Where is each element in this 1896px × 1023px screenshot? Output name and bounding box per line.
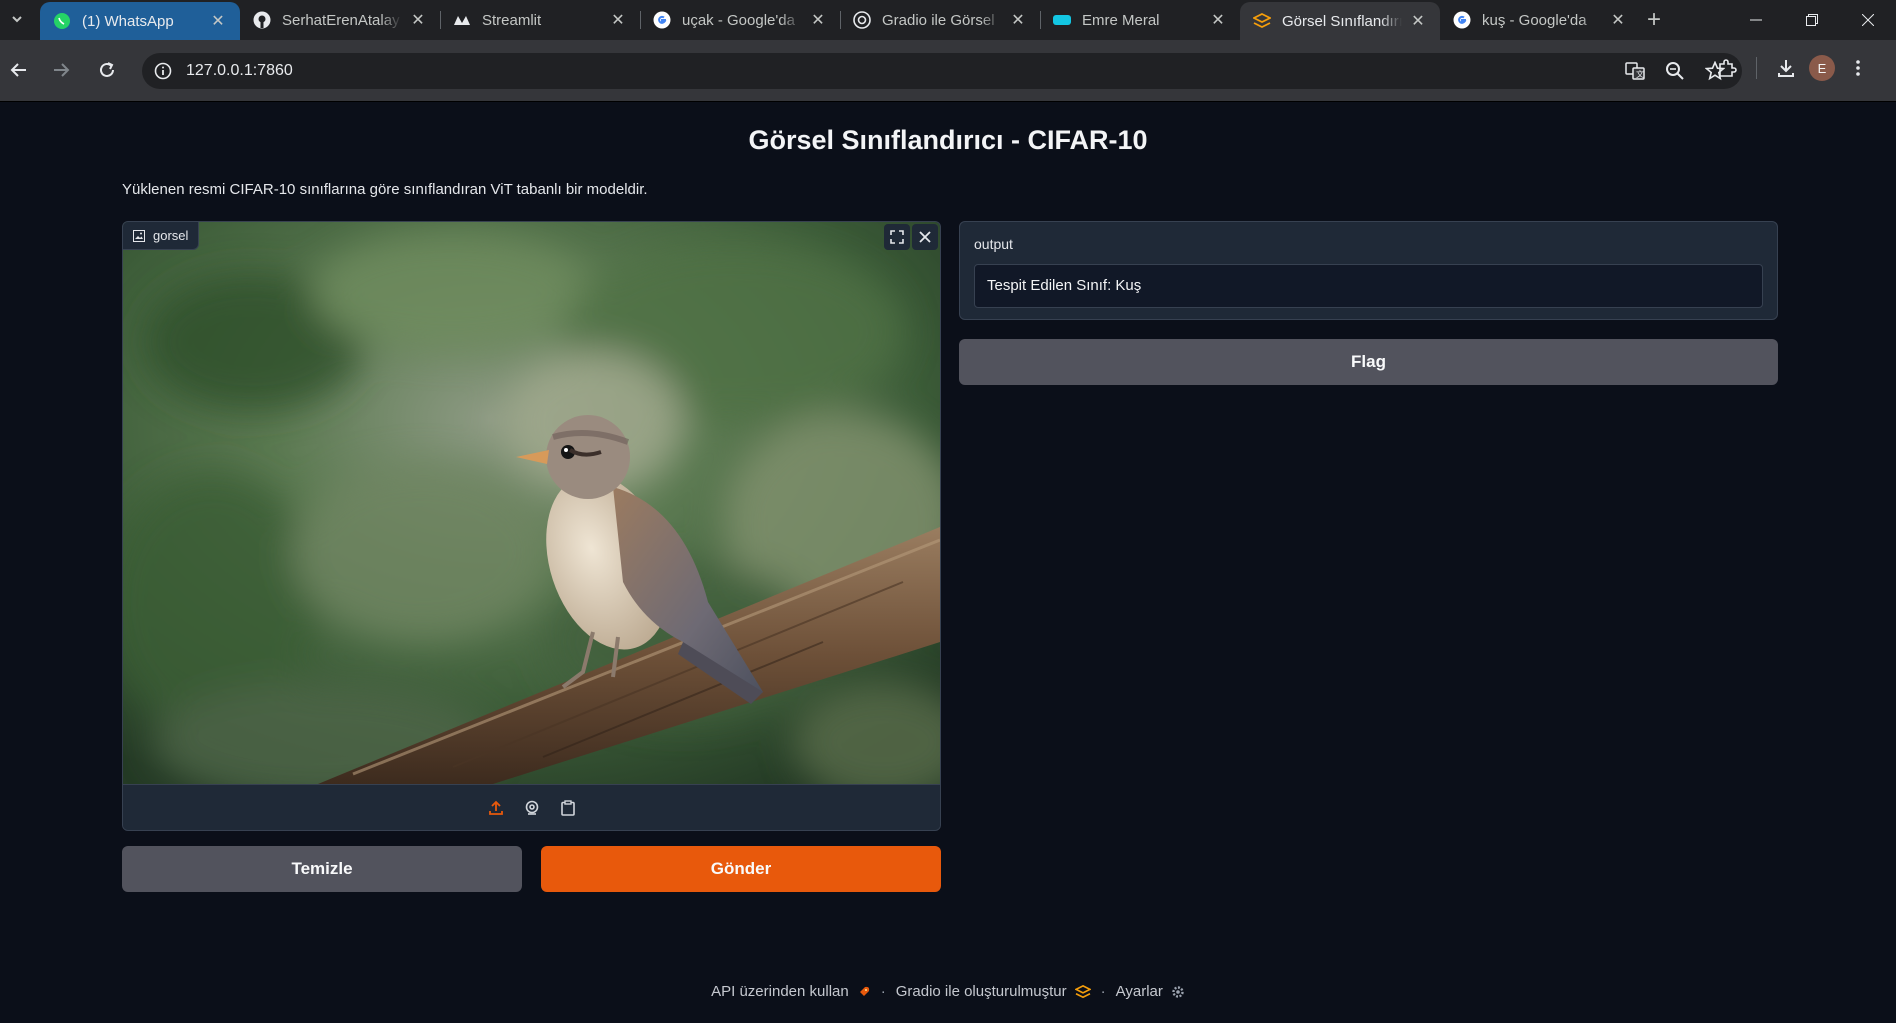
streamlit-icon	[452, 10, 472, 30]
tab-title: Emre Meral	[1082, 11, 1160, 29]
clear-image-button[interactable]	[912, 224, 938, 250]
minimize-button[interactable]	[1728, 0, 1784, 40]
api-link-label: API üzerinden kullan	[711, 983, 849, 1000]
clipboard-icon	[560, 799, 575, 816]
tab-search-button[interactable]	[4, 6, 30, 32]
upload-button[interactable]	[485, 797, 507, 819]
reload-button[interactable]	[90, 53, 124, 87]
image-input-label: gorsel	[123, 222, 200, 250]
download-icon[interactable]	[1771, 53, 1801, 83]
google-icon	[1452, 10, 1472, 30]
minimize-icon	[1750, 19, 1762, 21]
reload-icon	[100, 62, 114, 77]
tab-whatsapp[interactable]: (1) WhatsApp ✕	[40, 2, 240, 40]
translate-icon[interactable]: 文	[1620, 56, 1650, 86]
gradio-link-label: Gradio ile oluşturulmuştur	[895, 983, 1067, 1000]
back-button[interactable]	[2, 53, 36, 87]
chevron-down-icon	[12, 16, 22, 23]
tab-title: uçak - Google'da	[682, 11, 795, 29]
output-textbox[interactable]: Tespit Edilen Sınıf: Kuş	[974, 264, 1763, 308]
close-window-button[interactable]	[1840, 0, 1896, 40]
tab-google-kus[interactable]: kuş - Google'da ✕	[1440, 0, 1640, 40]
footer-separator: ·	[880, 983, 886, 1000]
toolbar-divider	[1756, 57, 1757, 79]
tab-title: (1) WhatsApp	[82, 12, 174, 30]
extensions-icon[interactable]	[1712, 53, 1742, 83]
output-label: output	[974, 236, 1013, 252]
close-icon	[1862, 14, 1874, 26]
tab-title: SerhatErenAtalay	[282, 11, 400, 29]
webcam-button[interactable]	[521, 797, 543, 819]
restore-button[interactable]	[1784, 0, 1840, 40]
settings-link-label: Ayarlar	[1115, 983, 1163, 1000]
image-input[interactable]: gorsel	[122, 221, 941, 831]
restore-icon	[1806, 14, 1818, 26]
page-title: Görsel Sınıflandırıcı - CIFAR-10	[748, 125, 1148, 155]
gradio-logo-icon	[1074, 984, 1091, 998]
image-icon	[133, 229, 145, 242]
whatsapp-icon	[52, 11, 72, 31]
tab-gorsel-siniflandirici[interactable]: Görsel Sınıflandırıcı ✕	[1240, 2, 1440, 40]
browser-toolbar: 127.0.0.1:7860 文 E	[0, 40, 1896, 102]
arrow-right-icon	[54, 63, 70, 77]
close-icon[interactable]: ✕	[408, 10, 428, 30]
new-tab-button[interactable]: +	[1640, 6, 1668, 34]
tab-emre-meral[interactable]: Emre Meral ✕	[1040, 0, 1240, 40]
openai-icon	[852, 10, 872, 30]
tab-strip: (1) WhatsApp ✕ SerhatErenAtalay ✕ Stream…	[0, 0, 1896, 40]
tab-title: Gradio ile Görsel	[882, 11, 995, 29]
close-icon[interactable]: ✕	[1408, 11, 1428, 31]
footer: API üzerinden kullan · Gradio ile oluştu…	[0, 983, 1896, 1000]
close-icon[interactable]: ✕	[1008, 10, 1028, 30]
close-icon[interactable]: ✕	[1608, 10, 1628, 30]
gradio-link[interactable]: Gradio ile oluşturulmuştur	[896, 983, 1091, 1000]
close-icon	[919, 231, 931, 243]
submit-button[interactable]: Gönder	[541, 846, 941, 892]
zoom-icon[interactable]	[1660, 56, 1690, 86]
tab-title: Streamlit	[482, 11, 542, 29]
clear-button[interactable]: Temizle	[122, 846, 522, 892]
tab-streamlit[interactable]: Streamlit ✕	[440, 0, 640, 40]
tab-gradio-gorsel[interactable]: Gradio ile Görsel ✕	[840, 0, 1040, 40]
flag-button[interactable]: Flag	[959, 339, 1778, 385]
url-text[interactable]: 127.0.0.1:7860	[186, 53, 293, 89]
fullscreen-icon	[890, 230, 904, 244]
tab-google-ucak[interactable]: uçak - Google'da ✕	[640, 0, 840, 40]
upload-icon	[488, 800, 503, 815]
image-label-text: gorsel	[153, 228, 189, 243]
page-description: Yüklenen resmi CIFAR-10 sınıflarına göre…	[122, 181, 648, 198]
svg-text:文: 文	[1636, 69, 1644, 79]
more-menu-icon[interactable]	[1843, 53, 1873, 83]
gradio-icon	[1252, 11, 1272, 31]
profile-avatar[interactable]: E	[1809, 55, 1835, 81]
github-icon	[252, 10, 272, 30]
uploaded-bird-photo	[123, 222, 940, 784]
gradio-app: Görsel Sınıflandırıcı - CIFAR-10 Yüklene…	[0, 103, 1896, 1023]
api-link[interactable]: API üzerinden kullan	[711, 983, 871, 1000]
close-icon[interactable]: ✕	[808, 10, 828, 30]
close-icon[interactable]: ✕	[208, 11, 228, 31]
site-info-icon[interactable]	[150, 58, 176, 84]
gear-icon	[1172, 985, 1184, 998]
tab-title: kuş - Google'da	[1482, 11, 1587, 29]
arrow-left-icon	[10, 63, 26, 77]
footer-separator: ·	[1100, 983, 1106, 1000]
close-icon[interactable]: ✕	[1208, 10, 1228, 30]
forward-button[interactable]	[44, 53, 78, 87]
output-panel: output Tespit Edilen Sınıf: Kuş	[959, 221, 1778, 320]
settings-link[interactable]: Ayarlar	[1116, 983, 1185, 1000]
close-icon[interactable]: ✕	[608, 10, 628, 30]
clipboard-button[interactable]	[557, 797, 579, 819]
tab-title: Görsel Sınıflandırıcı	[1282, 12, 1402, 30]
tab-github[interactable]: SerhatErenAtalay ✕	[240, 0, 440, 40]
webcam-icon	[525, 800, 538, 815]
google-icon	[652, 10, 672, 30]
cloud-icon	[1052, 10, 1072, 30]
fullscreen-button[interactable]	[884, 224, 910, 250]
rocket-icon	[858, 986, 869, 997]
address-bar[interactable]: 127.0.0.1:7860 文	[142, 53, 1742, 89]
image-source-bar	[123, 784, 940, 830]
